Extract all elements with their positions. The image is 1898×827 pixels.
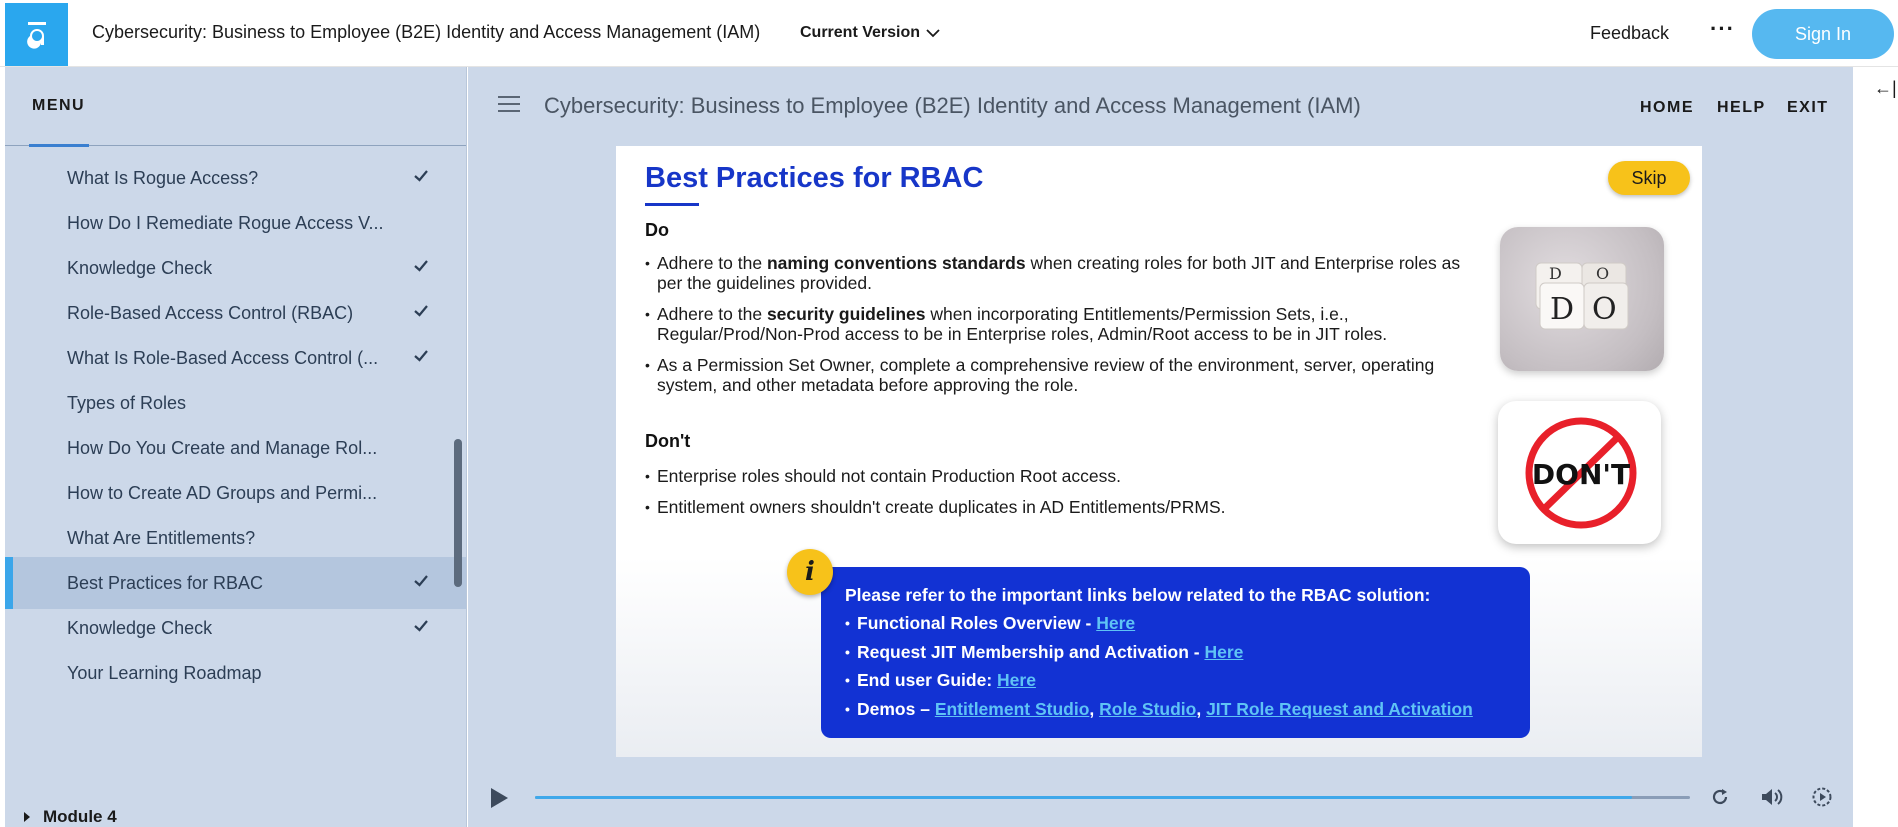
dont-sign-image: DON'T bbox=[1498, 401, 1661, 544]
checkmark-icon bbox=[414, 170, 428, 182]
sidebar-item-label: How to Create AD Groups and Permi... bbox=[67, 482, 378, 503]
slide: Best Practices for RBAC Skip Do Adhere t… bbox=[616, 146, 1702, 757]
app-logo[interactable] bbox=[5, 3, 68, 66]
dont-label: DON'T bbox=[1532, 458, 1630, 491]
info-item-functional-roles: Functional Roles Overview - Here bbox=[845, 612, 1530, 641]
end-user-guide-link[interactable]: Here bbox=[997, 670, 1036, 690]
prohibited-icon: DON'T bbox=[1525, 417, 1637, 529]
jit-request-link[interactable]: Here bbox=[1204, 642, 1243, 662]
help-link[interactable]: HELP bbox=[1717, 99, 1766, 117]
menu-label: MENU bbox=[32, 97, 86, 114]
more-options-icon[interactable]: ··· bbox=[1710, 16, 1735, 42]
course-title-top: Cybersecurity: Business to Employee (B2E… bbox=[92, 22, 761, 42]
dont-heading: Don't bbox=[645, 431, 691, 451]
sidebar-item-label: How Do You Create and Manage Rol... bbox=[67, 437, 378, 458]
checkmark-icon bbox=[414, 575, 428, 587]
do-dice-graphic: D O D O bbox=[1535, 262, 1629, 330]
slide-title: Best Practices for RBAC bbox=[645, 162, 984, 194]
playback-speed-icon bbox=[1812, 787, 1832, 807]
info-intro: Please refer to the important links belo… bbox=[845, 585, 1431, 605]
play-icon bbox=[491, 788, 508, 808]
entitlement-studio-link[interactable]: Entitlement Studio bbox=[935, 699, 1090, 719]
sidebar-item-label: What Is Rogue Access? bbox=[67, 167, 259, 188]
checkmark-icon bbox=[414, 260, 428, 272]
progress-bar[interactable] bbox=[535, 796, 1690, 799]
top-bar: Cybersecurity: Business to Employee (B2E… bbox=[0, 0, 1898, 67]
sidebar-item-label: Role-Based Access Control (RBAC) bbox=[67, 302, 354, 323]
version-dropdown[interactable]: Current Version bbox=[800, 24, 940, 42]
play-button[interactable] bbox=[489, 787, 509, 814]
hamburger-menu-icon[interactable] bbox=[498, 96, 520, 112]
checkmark-icon bbox=[414, 305, 428, 317]
module-label: Module 4 bbox=[43, 807, 117, 826]
sidebar-item-label: What Are Entitlements? bbox=[67, 527, 256, 548]
do-item: As a Permission Set Owner, complete a co… bbox=[645, 355, 1465, 395]
home-link[interactable]: HOME bbox=[1640, 99, 1694, 117]
info-box: Please refer to the important links belo… bbox=[821, 567, 1530, 738]
role-studio-link[interactable]: Role Studio bbox=[1099, 699, 1196, 719]
collapse-panel-icon[interactable]: ←| bbox=[1874, 78, 1897, 99]
sidebar-item[interactable]: Your Learning Roadmap bbox=[5, 647, 466, 699]
functional-roles-link[interactable]: Here bbox=[1096, 613, 1135, 633]
volume-button[interactable] bbox=[1760, 786, 1783, 808]
do-item: Adhere to the security guidelines when i… bbox=[645, 304, 1465, 344]
info-links-list: Functional Roles Overview - Here Request… bbox=[845, 612, 1530, 726]
replay-icon bbox=[1712, 789, 1728, 805]
right-strip bbox=[1853, 67, 1898, 827]
sidebar-item-label: Types of Roles bbox=[67, 392, 187, 413]
skip-button[interactable]: Skip bbox=[1608, 161, 1690, 195]
sidebar-item-label: How Do I Remediate Rogue Access V... bbox=[67, 212, 384, 233]
dice-letter: O bbox=[1596, 264, 1609, 283]
sidebar-item-label: What Is Role-Based Access Control (... bbox=[67, 347, 379, 368]
dont-item: Enterprise roles should not contain Prod… bbox=[645, 466, 1465, 486]
course-title: Cybersecurity: Business to Employee (B2E… bbox=[544, 93, 1361, 118]
dice-letter: D bbox=[1550, 292, 1574, 327]
exit-link[interactable]: EXIT bbox=[1787, 99, 1829, 117]
version-label: Current Version bbox=[800, 24, 921, 41]
volume-icon bbox=[1762, 789, 1783, 805]
sidebar-item-label: Your Learning Roadmap bbox=[67, 662, 262, 683]
playback-speed-button[interactable] bbox=[1811, 786, 1833, 808]
menu-header: MENU bbox=[5, 67, 466, 147]
sidebar-item-label: Knowledge Check bbox=[67, 257, 213, 278]
caret-right-icon bbox=[24, 812, 30, 822]
checkmark-icon bbox=[414, 350, 428, 362]
info-item-demos: Demos – Entitlement Studio, Role Studio,… bbox=[845, 698, 1530, 727]
replay-button[interactable] bbox=[1709, 786, 1731, 808]
dont-item: Entitlement owners shouldn't create dupl… bbox=[645, 497, 1465, 517]
do-item: Adhere to the naming conventions standar… bbox=[645, 253, 1465, 293]
title-underline bbox=[645, 203, 699, 206]
jit-role-request-link[interactable]: JIT Role Request and Activation bbox=[1206, 699, 1473, 719]
info-icon: i bbox=[787, 549, 833, 595]
sidebar-item-label: Knowledge Check bbox=[67, 617, 213, 638]
do-list: Adhere to the naming conventions standar… bbox=[645, 253, 1465, 406]
sidebar-menu: MENU What Is Rogue Access? How Do I Remed… bbox=[5, 67, 467, 827]
menu-underline bbox=[29, 144, 89, 147]
info-item-end-user: End user Guide: Here bbox=[845, 669, 1530, 698]
chevron-down-icon bbox=[926, 29, 940, 38]
do-blocks-image: D O D O bbox=[1500, 227, 1664, 371]
dice-letter: O bbox=[1592, 292, 1617, 327]
do-heading: Do bbox=[645, 220, 669, 240]
logo-icon bbox=[26, 21, 46, 49]
feedback-button[interactable]: Feedback bbox=[1590, 23, 1669, 44]
dont-list: Enterprise roles should not contain Prod… bbox=[645, 466, 1465, 528]
sidebar-scrollbar[interactable] bbox=[454, 439, 462, 587]
dice-letter: D bbox=[1549, 264, 1562, 283]
info-item-jit-request: Request JIT Membership and Activation - … bbox=[845, 641, 1530, 670]
sign-in-button[interactable]: Sign In bbox=[1752, 9, 1894, 59]
module-4-toggle[interactable]: Module 4 bbox=[23, 807, 117, 827]
checkmark-icon bbox=[414, 620, 428, 632]
progress-fill bbox=[535, 796, 1633, 799]
sidebar-item-label: Best Practices for RBAC bbox=[67, 572, 264, 593]
